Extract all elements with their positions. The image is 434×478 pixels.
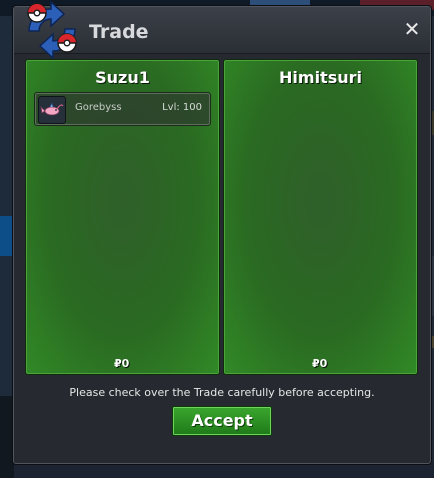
pokemon-icon — [38, 96, 66, 124]
pokemon-level: Lvl: 100 — [162, 102, 202, 113]
accept-button[interactable]: Accept — [172, 406, 272, 436]
trade-notice: Please check over the Trade carefully be… — [69, 386, 375, 399]
pokemon-name: Gorebyss — [75, 102, 122, 113]
gorebyss-sprite-icon — [40, 102, 64, 116]
window-title: Trade — [89, 21, 149, 43]
background-block — [0, 216, 14, 256]
background-block — [0, 396, 14, 478]
money-amount: ₽0 — [312, 357, 328, 370]
money-amount: ₽0 — [114, 357, 130, 370]
trade-window: Trade ✕ Suzu1 Gorebyss Lvl: 100 ₽0 Himit… — [13, 0, 431, 464]
my-offer-panel: Suzu1 Gorebyss Lvl: 100 ₽0 — [25, 59, 220, 375]
title-bar[interactable]: Trade ✕ — [14, 0, 430, 59]
partner-offer-panel: Himitsuri ₽0 — [223, 59, 418, 375]
partner-name: Himitsuri — [279, 68, 362, 87]
close-icon[interactable]: ✕ — [402, 19, 422, 39]
game-background-left — [0, 16, 14, 478]
trade-item-slot[interactable]: Gorebyss Lvl: 100 — [34, 92, 211, 126]
player-name: Suzu1 — [95, 68, 150, 87]
pokeball-logo-icon — [27, 0, 77, 59]
